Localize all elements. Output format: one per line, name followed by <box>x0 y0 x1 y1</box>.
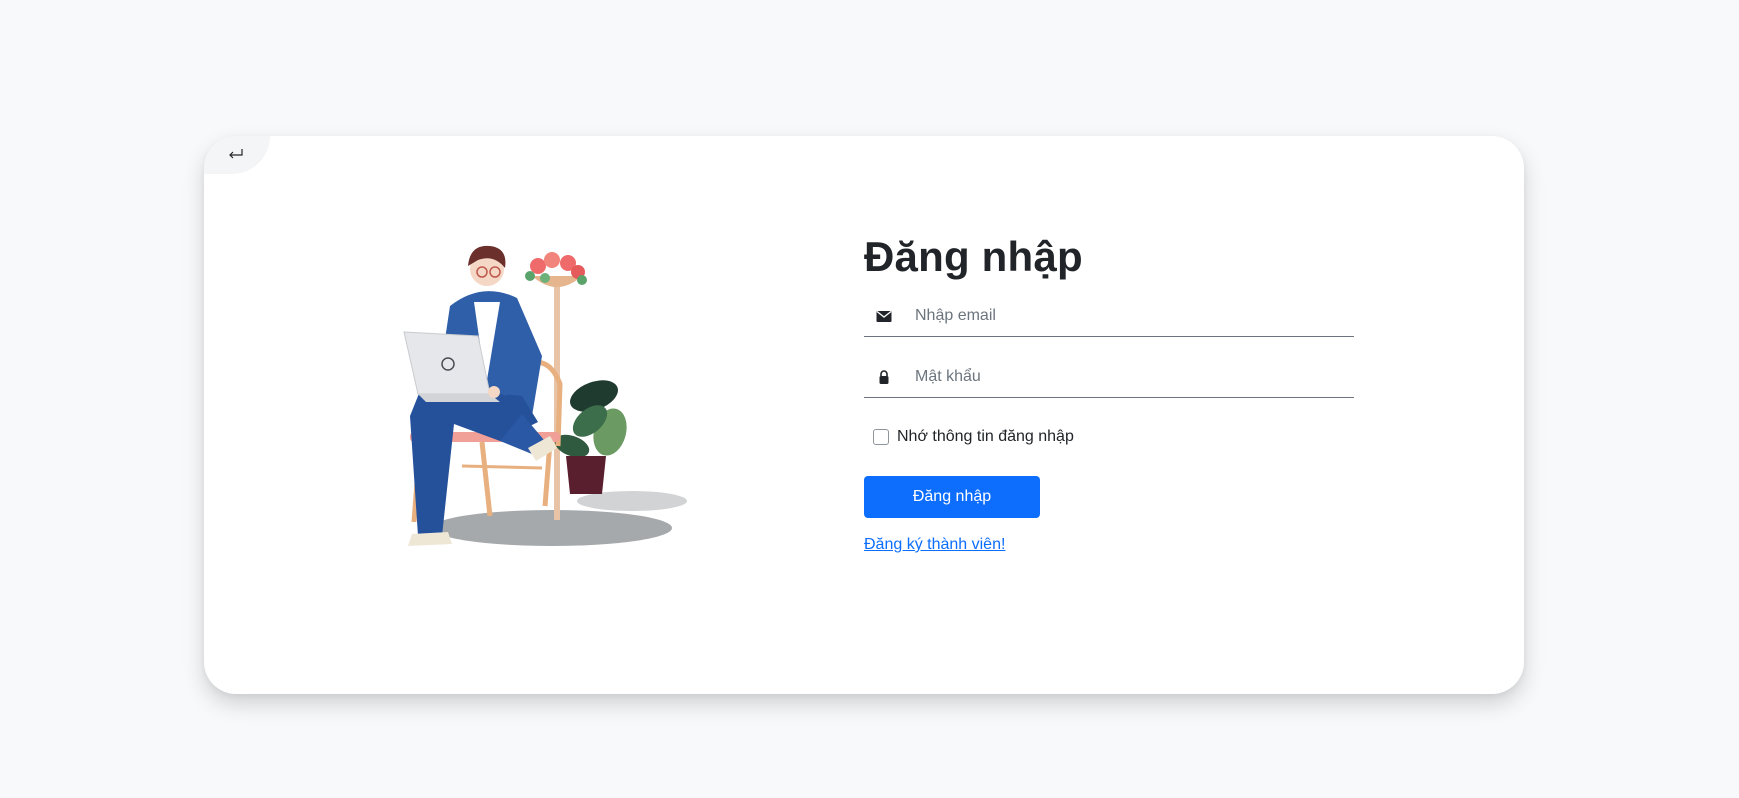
password-field-group <box>864 359 1354 398</box>
remember-me-checkbox[interactable] <box>873 429 889 445</box>
email-input[interactable] <box>915 302 1345 330</box>
remember-me-label[interactable]: Nhớ thông tin đăng nhập <box>897 428 1074 446</box>
password-input[interactable] <box>915 363 1345 391</box>
person-with-laptop-illustration <box>403 245 687 546</box>
page-title: Đăng nhập <box>864 233 1083 280</box>
register-link[interactable]: Đăng ký thành viên! <box>864 536 1005 554</box>
login-form: Đăng nhập Nhớ thông tin đăng nhập Đăng n… <box>864 230 1354 554</box>
login-button[interactable]: Đăng nhập <box>864 476 1040 518</box>
envelope-icon <box>876 310 892 322</box>
remember-me-row: Nhớ thông tin đăng nhập <box>864 426 1354 448</box>
back-button[interactable] <box>204 136 270 174</box>
email-field-group <box>864 298 1354 337</box>
return-arrow-icon <box>229 149 243 159</box>
lock-icon <box>879 370 889 384</box>
login-card: Đăng nhập Nhớ thông tin đăng nhập Đăng n… <box>204 136 1524 694</box>
